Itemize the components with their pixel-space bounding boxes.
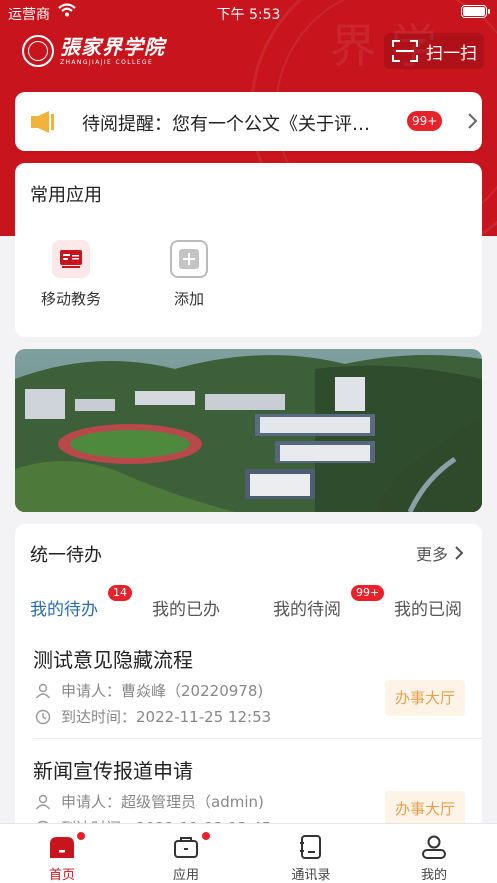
scan-label: 扫一扫 <box>426 43 477 64</box>
person-icon <box>35 794 51 809</box>
arrival-time-row: 到达时间： 2022-11-25 12:53 <box>35 706 271 727</box>
unified-todo-card: 统一待办 更多 我的待办 14 我的已办 我的待阅 99+ 我的已阅 测试意见隐… <box>15 524 482 834</box>
logo-chinese-name: 張家界学院 <box>60 35 165 59</box>
tab-my-done[interactable]: 我的已办 <box>152 595 220 620</box>
tab-my-read[interactable]: 我的已阅 <box>394 595 462 620</box>
notice-count-badge: 99+ <box>407 111 443 131</box>
chevron-right-icon <box>468 113 478 129</box>
apps-icon <box>174 837 198 858</box>
tab-contacts[interactable]: 通讯录 <box>271 832 351 883</box>
contacts-icon <box>300 835 321 859</box>
item-divider <box>33 738 482 739</box>
tab-count-badge: 14 <box>108 585 132 601</box>
service-hall-button[interactable]: 办事大厅 <box>385 680 465 716</box>
tab-label: 我的 <box>420 868 447 883</box>
todo-tabs: 我的待办 14 我的已办 我的待阅 99+ 我的已阅 <box>15 584 482 624</box>
tab-apps[interactable]: 应用 <box>146 832 226 883</box>
tab-my-todo[interactable]: 我的待办 14 <box>30 585 132 620</box>
logo-english-name: ZHANGJIAJIE COLLEGE <box>60 59 154 66</box>
scan-icon <box>392 40 418 62</box>
common-apps-title: 常用应用 <box>30 185 102 206</box>
arrival-time-value: 2022-11-25 12:53 <box>136 707 272 726</box>
todo-item-title: 新闻宣传报道申请 <box>33 759 193 783</box>
add-icon <box>170 240 208 278</box>
more-button[interactable]: 更多 <box>416 541 464 565</box>
person-icon <box>35 683 51 698</box>
clock: 下午 5:53 <box>216 7 281 23</box>
tab-label: 我的待阅 <box>273 600 341 620</box>
battery-icon <box>461 5 490 18</box>
bottom-tab-bar: 首页 应用 通讯录 我的 <box>0 823 497 883</box>
tab-count-badge: 99+ <box>351 585 385 601</box>
applicant-row: 申请人： 曹焱峰（20220978) <box>35 680 263 701</box>
notice-text: 待阅提醒：您有一个公文《关于评… <box>82 114 370 135</box>
applicant-value: 曹焱峰（20220978) <box>121 682 264 700</box>
todo-title: 统一待办 <box>30 545 102 566</box>
tab-label: 应用 <box>172 868 199 883</box>
clock-icon <box>35 709 51 724</box>
profile-icon <box>422 835 446 859</box>
todo-item[interactable]: 测试意见隐藏流程 申请人： 曹焱峰（20220978) 到达时间： 2022-1… <box>15 644 482 752</box>
mobile-academic-icon <box>52 240 90 278</box>
speaker-icon <box>31 111 54 133</box>
pending-read-notice[interactable]: 待阅提醒：您有一个公文《关于评… 99+ <box>15 92 482 151</box>
app-label: 添加 <box>173 290 204 308</box>
tab-label: 通讯录 <box>291 868 331 883</box>
tab-label: 我的已阅 <box>394 600 462 620</box>
service-hall-button[interactable]: 办事大厅 <box>385 791 465 827</box>
app-label: 移动教务 <box>40 290 101 308</box>
app-mobile-academic[interactable]: 移动教务 <box>31 240 111 309</box>
scan-button[interactable]: 扫一扫 <box>384 33 484 69</box>
tab-label: 我的已办 <box>152 600 220 620</box>
tab-profile[interactable]: 我的 <box>394 832 474 883</box>
more-label: 更多 <box>415 545 448 564</box>
tab-my-to-read[interactable]: 我的待阅 99+ <box>273 585 385 620</box>
applicant-value: 超级管理员（admin) <box>121 793 264 811</box>
notification-dot <box>77 832 85 840</box>
applicant-label: 申请人： <box>61 682 122 700</box>
tab-home[interactable]: 首页 <box>22 832 102 883</box>
campus-banner-image[interactable] <box>15 349 482 512</box>
applicant-row: 申请人： 超级管理员（admin) <box>35 791 264 812</box>
notification-dot <box>202 832 210 840</box>
chevron-right-icon <box>455 546 464 560</box>
tab-label: 首页 <box>48 868 75 883</box>
college-logo: 張家界学院 ZHANGJIAJIE COLLEGE <box>22 34 165 68</box>
todo-item-title: 测试意见隐藏流程 <box>33 648 193 672</box>
college-emblem-icon <box>22 35 54 67</box>
home-icon <box>50 837 74 858</box>
applicant-label: 申请人： <box>61 793 122 811</box>
arrival-time-label: 到达时间： <box>61 708 137 726</box>
common-apps-card: 常用应用 移动教务 添加 <box>15 163 482 337</box>
tab-label: 我的待办 <box>30 600 98 620</box>
status-bar: 运营商 下午 5:53 <box>0 0 497 26</box>
app-add[interactable]: 添加 <box>149 240 229 309</box>
